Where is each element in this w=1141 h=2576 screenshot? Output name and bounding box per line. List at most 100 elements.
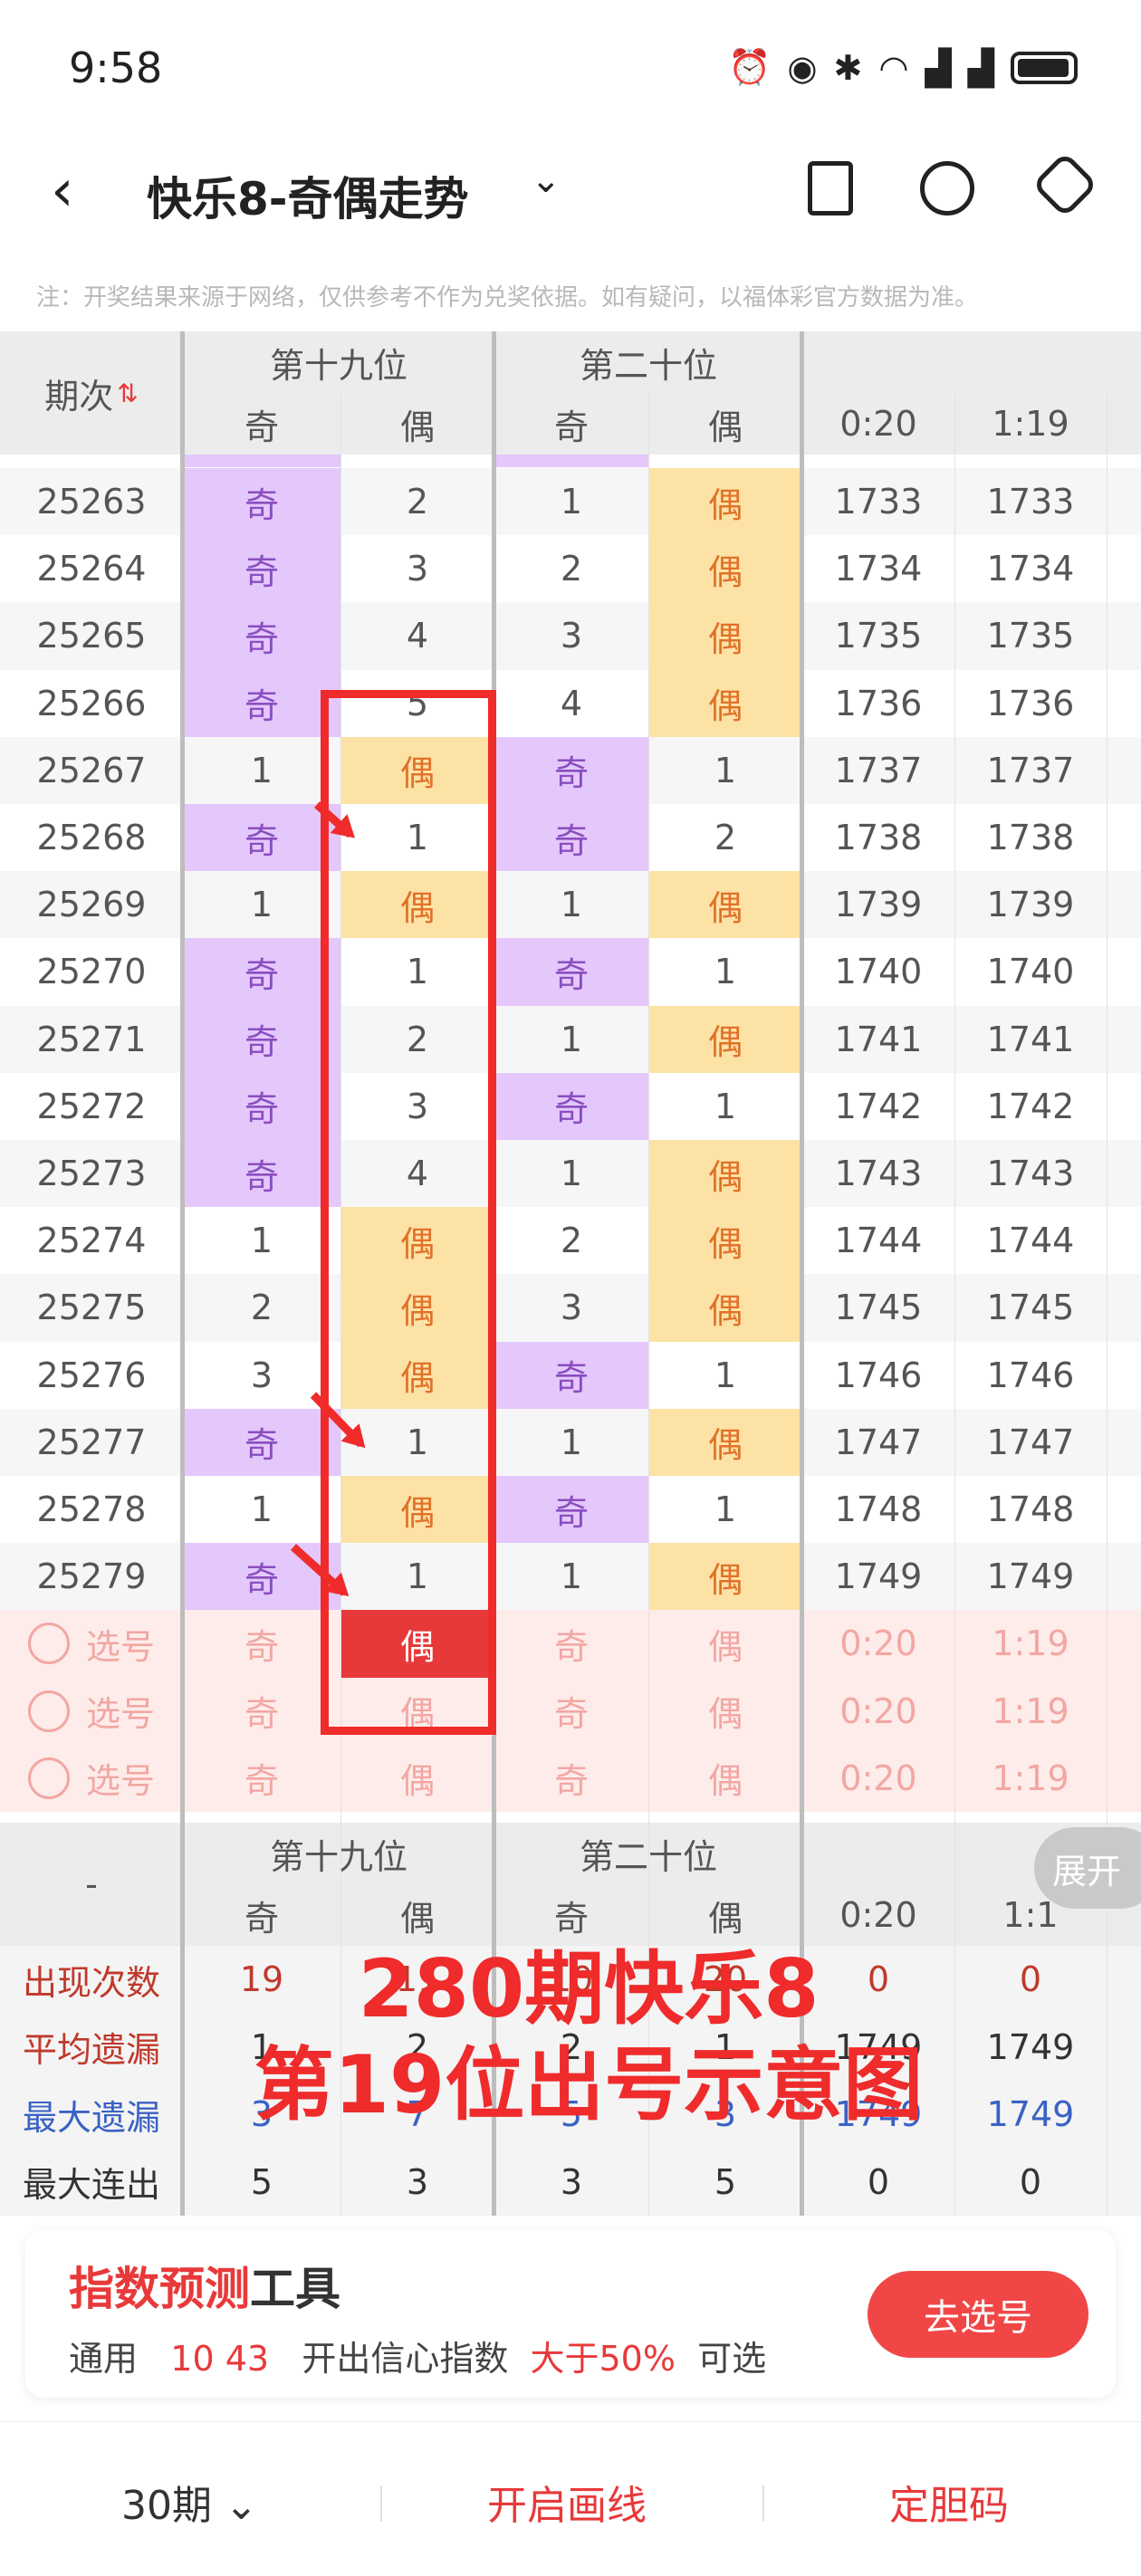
trend-cell: 1 <box>183 736 340 804</box>
tool-card: 指数预测工具 通用 10 43 开出信心指数 大于50% 可选 去选号 <box>25 2229 1116 2398</box>
pick-cell[interactable]: 奇 <box>494 1610 648 1678</box>
ratio-cell: 1747 <box>802 1408 954 1476</box>
ratio-cell: 1733 <box>954 468 1107 536</box>
ratio-cell: 1741 <box>954 1005 1107 1073</box>
ratio-cell: 1743 <box>954 1140 1107 1208</box>
trend-cell: 偶 <box>648 871 802 939</box>
expand-button[interactable]: 展开 <box>1034 1827 1141 1909</box>
stats-value: 0 <box>954 2148 1107 2216</box>
stats-corner: - <box>0 1823 183 1946</box>
tool-title-black: 工具 <box>250 2263 340 2315</box>
group-header <box>802 331 1141 393</box>
ratio-cell: 1747 <box>954 1408 1107 1476</box>
go-pick-button[interactable]: 去选号 <box>868 2271 1088 2358</box>
draw-line-button[interactable]: 开启画线 <box>487 2473 647 2531</box>
pick-row-label[interactable]: 选号 <box>0 1677 183 1745</box>
ratio-cell: 1742 <box>802 1072 954 1140</box>
trend-cell: 奇 <box>494 1072 648 1140</box>
pick-cell[interactable]: 奇 <box>494 1677 648 1745</box>
trend-cell: 奇 <box>183 804 340 872</box>
sub-header: 奇 <box>183 393 340 455</box>
pick-cell[interactable]: 奇 <box>494 1744 648 1812</box>
tool-line-prefix: 通用 <box>69 2339 139 2379</box>
trend-cell: 2 <box>494 535 648 603</box>
sub-header: 奇 <box>494 393 648 455</box>
stats-label: 最大连出 <box>0 2148 183 2216</box>
trend-cell: 奇 <box>183 535 340 603</box>
pick-cell[interactable]: 1:19 <box>954 1744 1107 1812</box>
row-strip <box>183 455 340 467</box>
period-cell: 25265 <box>0 602 183 670</box>
pick-row-label[interactable]: 选号 <box>0 1744 183 1812</box>
period-cell: 25279 <box>0 1543 183 1611</box>
pick-cell <box>1107 1610 1141 1678</box>
period-cell: 25272 <box>0 1072 183 1140</box>
trend-cell: 奇 <box>494 1476 648 1544</box>
radio-circle-icon[interactable] <box>27 1757 70 1799</box>
trend-cell: 奇 <box>183 669 340 737</box>
pick-cell[interactable]: 偶 <box>648 1677 802 1745</box>
trend-cell: 偶 <box>648 1408 802 1476</box>
overlay-line2: 第19位出号示意图 <box>254 2038 924 2131</box>
ratio-cell: 1739 <box>802 871 954 939</box>
period-cell: 25273 <box>0 1140 183 1208</box>
pick-cell[interactable]: 偶 <box>648 1610 802 1678</box>
period-cell: 25269 <box>0 871 183 939</box>
trend-cell: 1 <box>648 938 802 1006</box>
pick-cell[interactable]: 1:19 <box>954 1610 1107 1678</box>
ratio-cell <box>1107 1207 1141 1275</box>
trend-cell: 偶 <box>648 1207 802 1275</box>
pick-cell[interactable]: 奇 <box>183 1677 340 1745</box>
pick-cell[interactable]: 1:19 <box>954 1677 1107 1745</box>
period-header[interactable]: 期次 ⇅ <box>0 331 183 455</box>
period-cell: 25266 <box>0 669 183 737</box>
radio-circle-icon[interactable] <box>27 1623 70 1665</box>
trend-cell: 偶 <box>648 1543 802 1611</box>
trend-cell: 奇 <box>494 938 648 1006</box>
trend-cell: 1 <box>648 736 802 804</box>
trend-cell: 1 <box>648 1341 802 1409</box>
pick-label: 选号 <box>85 1694 155 1735</box>
ratio-cell: 1745 <box>802 1274 954 1342</box>
trend-cell: 偶 <box>648 602 802 670</box>
group-header: 第十九位 <box>183 331 494 393</box>
pick-cell[interactable]: 0:20 <box>802 1610 954 1678</box>
trend-cell: 偶 <box>648 1140 802 1208</box>
pick-cell[interactable]: 0:20 <box>802 1677 954 1745</box>
pick-row-label[interactable]: 选号 <box>0 1610 183 1678</box>
ratio-cell: 1743 <box>802 1140 954 1208</box>
ratio-cell: 1738 <box>802 804 954 872</box>
chevron-down-icon: ⌄ <box>225 2483 258 2529</box>
set-code-button[interactable]: 定胆码 <box>889 2473 1009 2531</box>
ratio-cell: 1749 <box>802 1543 954 1611</box>
sort-icon[interactable]: ⇅ <box>117 378 138 408</box>
trend-cell: 奇 <box>183 1005 340 1073</box>
ratio-cell: 1735 <box>954 602 1107 670</box>
pick-cell[interactable]: 0:20 <box>802 1744 954 1812</box>
ratio-cell <box>1107 602 1141 670</box>
pick-cell[interactable]: 偶 <box>340 1744 494 1812</box>
pick-cell[interactable]: 奇 <box>183 1610 340 1678</box>
trend-cell: 偶 <box>648 669 802 737</box>
pick-cell[interactable]: 偶 <box>648 1744 802 1812</box>
pick-cell[interactable]: 奇 <box>183 1744 340 1812</box>
row-strip <box>494 455 648 467</box>
ratio-cell: 1735 <box>802 602 954 670</box>
ratio-cell <box>1107 535 1141 603</box>
ratio-cell: 1736 <box>954 669 1107 737</box>
radio-circle-icon[interactable] <box>27 1690 70 1732</box>
period-cell: 25268 <box>0 804 183 872</box>
ratio-cell <box>1107 1341 1141 1409</box>
period-cell: 25270 <box>0 938 183 1006</box>
period-select[interactable]: 30期 ⌄ <box>121 2473 258 2531</box>
stats-value <box>1107 2013 1141 2081</box>
trend-cell: 1 <box>494 871 648 939</box>
trend-cell: 偶 <box>648 535 802 603</box>
group-header: 第二十位 <box>494 331 802 393</box>
ratio-cell <box>1107 1072 1141 1140</box>
ratio-cell: 1739 <box>954 871 1107 939</box>
period-cell: 25263 <box>0 468 183 536</box>
trend-cell: 3 <box>340 535 494 603</box>
stats-value: 3 <box>340 2148 494 2216</box>
trend-cell: 1 <box>183 1476 340 1544</box>
